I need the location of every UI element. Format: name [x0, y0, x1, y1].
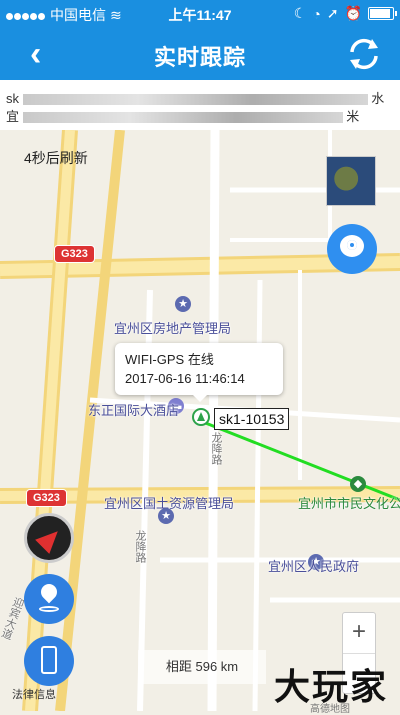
phone-button[interactable] — [24, 636, 74, 686]
watermark-logo: 大玩家 高德地图 — [274, 658, 388, 715]
device-address: sk 水 宜 米 — [0, 80, 400, 130]
page-title: 实时跟踪 — [153, 45, 246, 70]
address-line2-end: 米 — [346, 109, 360, 124]
refresh-button[interactable] — [346, 36, 382, 72]
road-badge-g323-bottom: G323 — [26, 489, 67, 507]
nav-bar: ‹ 实时跟踪 — [0, 28, 400, 80]
lock-rotation-icon: ◔ — [312, 5, 321, 22]
satellite-layer-button[interactable] — [326, 156, 376, 206]
map-brand: 高德地图 — [310, 704, 350, 715]
address-line2-start: 宜 — [6, 109, 20, 124]
moon-icon: ☾ — [293, 5, 307, 21]
address-blur-1 — [22, 94, 368, 106]
location-arrow-icon: ➚ — [326, 5, 339, 21]
compass-button[interactable] — [24, 513, 74, 563]
refresh-countdown: 4秒后刷新 — [24, 150, 88, 166]
legal-info-link[interactable]: 法律信息 — [12, 686, 56, 702]
poi-gov[interactable]: 宜州区人民政府 — [268, 556, 359, 575]
poi-hotel[interactable]: 东正国际大酒店 — [88, 400, 179, 419]
poi-realestate[interactable]: 宜州区房地产管理局 — [114, 318, 231, 337]
camera-button[interactable] — [327, 224, 377, 274]
device-location-marker[interactable] — [192, 408, 210, 426]
my-location-button[interactable] — [24, 574, 74, 624]
address-blur-2 — [22, 112, 343, 124]
poi-star-icon: ★ — [175, 296, 191, 312]
alarm-icon: ⏰ — [344, 5, 362, 21]
address-line1-start: sk — [6, 91, 19, 106]
poi-culture[interactable]: 宜州市市民文化公 — [298, 493, 400, 512]
device-info-popup[interactable]: WIFI-GPS 在线 2017-06-16 11:46:14 — [115, 343, 283, 402]
road-badge-g323-top: G323 — [54, 245, 95, 263]
address-line1-end: 水 — [371, 91, 385, 106]
address-line-1: sk 水 — [6, 90, 394, 108]
status-bar: 中国电信 ≋ 上午11:47 ☾ ◔ ➚ ⏰ — [0, 0, 400, 28]
zoom-in-button[interactable]: + — [343, 613, 375, 653]
popup-status: WIFI-GPS 在线 — [125, 352, 214, 367]
device-label: sk1-10153 — [214, 408, 290, 430]
park-icon: ◆ — [350, 476, 366, 492]
road-label-mid: 龙降路 — [210, 432, 222, 465]
status-right: ☾ ◔ ➚ ⏰ — [293, 5, 397, 22]
distance-readout: 相距 596 km — [138, 650, 266, 684]
popup-timestamp: 2017-06-16 11:46:14 — [125, 371, 245, 386]
address-line-2: 宜 米 — [6, 108, 394, 126]
battery-icon — [368, 7, 397, 20]
road-label-longjiang: 龙降路 — [134, 530, 146, 563]
poi-star-icon-2: ★ — [158, 508, 174, 524]
